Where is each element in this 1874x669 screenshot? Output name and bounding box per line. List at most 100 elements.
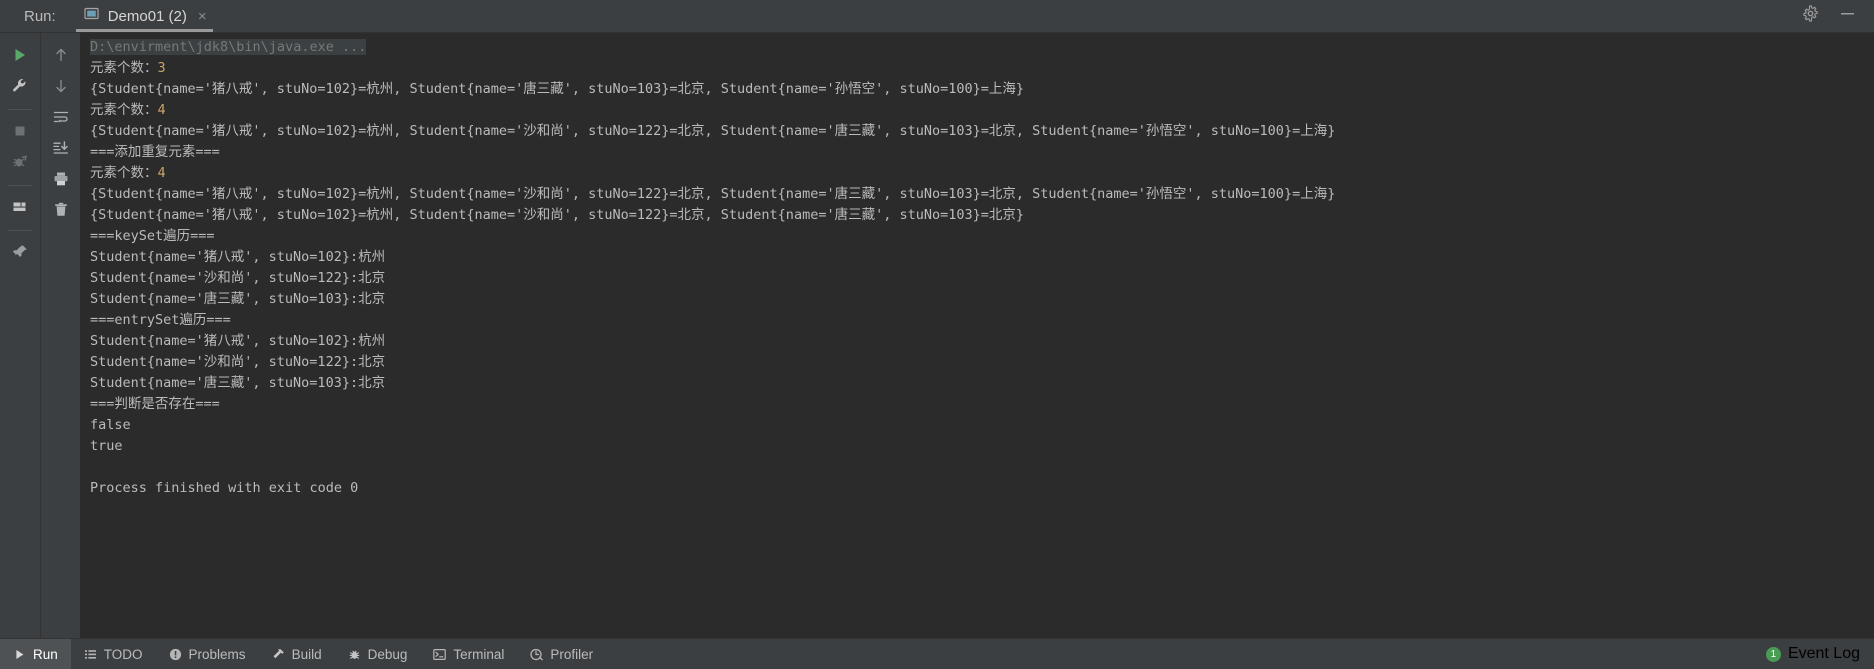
list-icon	[84, 648, 97, 661]
print-button[interactable]	[46, 165, 76, 193]
status-problems-label: Problems	[188, 646, 246, 662]
run-toolwindow-header: Run: Demo01 (2) ×	[0, 0, 1874, 33]
console-output-number: 3	[157, 60, 166, 76]
console-output-text: Student{name='唐三藏', stuNo=103}:北京	[90, 291, 386, 307]
console-output-line: ===keySet遍历===	[90, 226, 1874, 247]
status-build-label: Build	[291, 646, 322, 662]
down-button[interactable]	[46, 72, 76, 100]
tab-active-indicator	[75, 29, 213, 32]
console-output-text: true	[90, 438, 123, 454]
header-actions	[1802, 0, 1874, 32]
status-profiler-label: Profiler	[550, 646, 594, 662]
rerun-button[interactable]	[5, 41, 35, 69]
console-output-text: {Student{name='猪八戒', stuNo=102}=杭州, Stud…	[90, 207, 1024, 223]
run-configuration-icon	[84, 6, 99, 26]
console-output-text: Student{name='唐三藏', stuNo=103}:北京	[90, 375, 386, 391]
play-icon	[13, 648, 26, 661]
stop-button[interactable]	[5, 117, 35, 145]
console-output-line: Student{name='沙和尚', stuNo=122}:北京	[90, 268, 1874, 289]
status-problems[interactable]: Problems	[156, 639, 259, 669]
ide-run-tool-window: Run: Demo01 (2) × D:\envirment\jdk8\bin\…	[0, 0, 1874, 669]
console-command-text: D:\envirment\jdk8\bin\java.exe ...	[90, 39, 367, 55]
status-bar: Run TODO Problems Build Debug Terminal P…	[0, 638, 1874, 669]
toolbar-divider	[8, 185, 32, 186]
console-text: D:\envirment\jdk8\bin\java.exe ... 元素个数：3…	[80, 33, 1874, 499]
run-actions-toolbar	[0, 33, 40, 638]
bug-icon	[348, 648, 361, 661]
console-output-line: Student{name='猪八戒', stuNo=102}:杭州	[90, 331, 1874, 352]
console-output-text: Process finished with exit code 0	[90, 480, 359, 496]
console-output-text: false	[90, 417, 131, 433]
pin-button[interactable]	[5, 238, 35, 266]
console-output-text: Student{name='沙和尚', stuNo=122}:北京	[90, 270, 386, 286]
console-output-text: 元素个数：	[90, 165, 158, 181]
event-log-badge: 1	[1765, 646, 1781, 662]
console-output-text: Student{name='沙和尚', stuNo=122}:北京	[90, 354, 386, 370]
terminal-icon	[433, 648, 447, 661]
console-output-text: {Student{name='猪八戒', stuNo=102}=杭州, Stud…	[90, 123, 1336, 139]
console-output-text: ===entrySet遍历===	[90, 312, 231, 328]
status-profiler[interactable]: Profiler	[517, 639, 606, 669]
console-actions-toolbar	[40, 33, 80, 638]
edit-configuration-button[interactable]	[5, 72, 35, 100]
toolbar-divider	[8, 109, 32, 110]
console-output-line: {Student{name='猪八戒', stuNo=102}=杭州, Stud…	[90, 184, 1874, 205]
console-output-line: 元素个数：4	[90, 100, 1874, 121]
minimize-icon[interactable]	[1839, 5, 1856, 27]
status-run-label: Run	[33, 646, 58, 662]
profiler-icon	[530, 648, 544, 661]
tab-demo01[interactable]: Demo01 (2) ×	[70, 0, 219, 32]
console-output-text: 元素个数：	[90, 102, 158, 118]
gear-icon[interactable]	[1802, 5, 1819, 27]
console-output-text: Student{name='猪八戒', stuNo=102}:杭州	[90, 249, 386, 265]
console-output-text: ===keySet遍历===	[90, 228, 215, 244]
console-output-line: Student{name='唐三藏', stuNo=103}:北京	[90, 289, 1874, 310]
up-button[interactable]	[46, 41, 76, 69]
console-output-line: {Student{name='猪八戒', stuNo=102}=杭州, Stud…	[90, 121, 1874, 142]
status-build[interactable]: Build	[259, 639, 335, 669]
status-event-log[interactable]: 1 Event Log	[1765, 639, 1874, 669]
console-output-text: {Student{name='猪八戒', stuNo=102}=杭州, Stud…	[90, 81, 1024, 97]
console-output-line: ===entrySet遍历===	[90, 310, 1874, 331]
debug-button[interactable]	[5, 148, 35, 176]
console-output-line: Student{name='沙和尚', stuNo=122}:北京	[90, 352, 1874, 373]
console-output-text: ===判断是否存在===	[90, 396, 220, 412]
console-output-line: true	[90, 436, 1874, 457]
status-todo[interactable]: TODO	[71, 639, 156, 669]
status-debug[interactable]: Debug	[335, 639, 421, 669]
console-output-line: false	[90, 415, 1874, 436]
run-toolwindow-label: Run:	[24, 8, 56, 25]
console-output-text: 元素个数：	[90, 60, 158, 76]
console-output-line: Student{name='唐三藏', stuNo=103}:北京	[90, 373, 1874, 394]
toolbar-divider	[8, 230, 32, 231]
console-output-panel[interactable]: D:\envirment\jdk8\bin\java.exe ... 元素个数：3…	[80, 33, 1874, 638]
status-run[interactable]: Run	[0, 639, 71, 669]
console-output-line: 元素个数：3	[90, 58, 1874, 79]
console-output-text: {Student{name='猪八戒', stuNo=102}=杭州, Stud…	[90, 186, 1336, 202]
scroll-to-end-button[interactable]	[46, 134, 76, 162]
console-output-line: {Student{name='猪八戒', stuNo=102}=杭州, Stud…	[90, 79, 1874, 100]
status-terminal-label: Terminal	[453, 646, 505, 662]
console-output-line: ===判断是否存在===	[90, 394, 1874, 415]
console-output-text: ===添加重复元素===	[90, 144, 220, 160]
console-scrollbar[interactable]	[1862, 33, 1874, 638]
console-output-line: Student{name='猪八戒', stuNo=102}:杭州	[90, 247, 1874, 268]
event-log-label: Event Log	[1787, 645, 1860, 662]
soft-wrap-button[interactable]	[46, 103, 76, 131]
layout-button[interactable]	[5, 193, 35, 221]
console-output-line: ===添加重复元素===	[90, 142, 1874, 163]
console-output-number: 4	[157, 102, 166, 118]
console-command-line: D:\envirment\jdk8\bin\java.exe ...	[90, 37, 1874, 58]
console-output-line: 元素个数：4	[90, 163, 1874, 184]
tab-title: Demo01 (2)	[107, 7, 187, 25]
close-icon[interactable]: ×	[196, 9, 207, 24]
clear-all-button[interactable]	[46, 196, 76, 224]
status-todo-label: TODO	[103, 646, 143, 662]
run-toolwindow-body: D:\envirment\jdk8\bin\java.exe ... 元素个数：3…	[0, 33, 1874, 638]
warning-icon	[169, 648, 182, 661]
console-output-text: Student{name='猪八戒', stuNo=102}:杭州	[90, 333, 386, 349]
hammer-icon	[272, 648, 285, 661]
status-terminal[interactable]: Terminal	[420, 639, 517, 669]
console-output-number: 4	[157, 165, 166, 181]
